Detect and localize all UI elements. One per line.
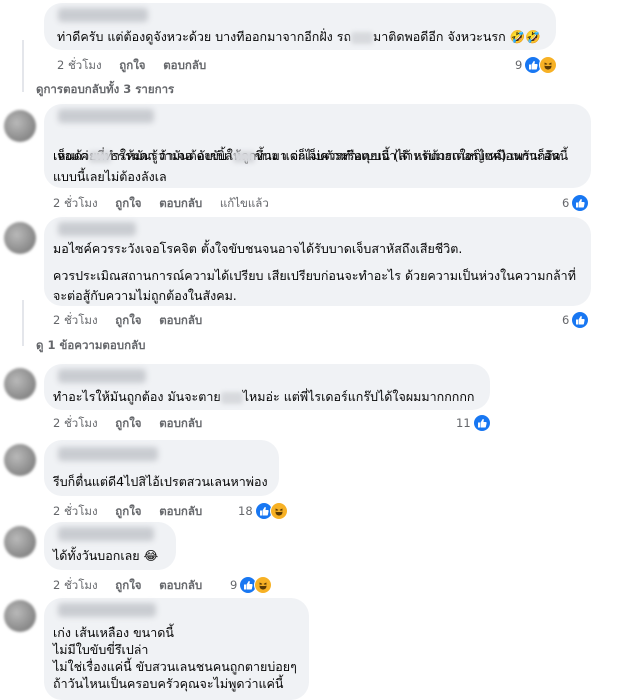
- view-one-reply-link[interactable]: ดู 1 ข้อความตอบกลับ: [36, 337, 145, 355]
- reaction-summary[interactable]: 6: [562, 311, 590, 329]
- timestamp[interactable]: 2 ชั่วโมง: [53, 416, 98, 430]
- laugh-emoji-icon: 😂: [143, 548, 159, 563]
- like-button[interactable]: ถูกใจ: [115, 578, 141, 592]
- timestamp[interactable]: 2 ชั่วโมง: [53, 504, 98, 518]
- reply-button[interactable]: ตอบกลับ: [163, 58, 206, 72]
- comment-meta: 2 ชั่วโมง ถูกใจ ตอบกลับ: [53, 577, 216, 595]
- commenter-name[interactable]: [58, 222, 136, 236]
- comment-text: ถ้าวันไหนเป็นครอบครัวคุณจะไม่พูดว่าแค่นี…: [53, 676, 284, 691]
- commenter-name[interactable]: [58, 109, 154, 123]
- commenter-name[interactable]: [58, 603, 156, 617]
- comment-text: รีบก็ตื่นแต่ดี4ไปสิไอ้เปรตสวนเลนหาพ่อง: [53, 474, 268, 489]
- reply-button[interactable]: ตอบกลับ: [159, 196, 202, 210]
- thread-connector: [22, 300, 24, 346]
- commenter-name[interactable]: [58, 369, 146, 383]
- commenter-name[interactable]: [58, 527, 154, 541]
- avatar[interactable]: [4, 600, 36, 632]
- timestamp[interactable]: 2 ชั่วโมง: [53, 196, 98, 210]
- reaction-summary[interactable]: 11: [456, 414, 491, 432]
- like-button[interactable]: ถูกใจ: [115, 196, 141, 210]
- timestamp[interactable]: 2 ชั่วโมง: [53, 313, 98, 327]
- comment-text: มอไซค์ควรระวังเจอโรคจิต ตั้งใจขับชนจนอาจ…: [53, 241, 463, 256]
- comment-meta: 2 ชั่วโมง ถูกใจ ตอบกลับ: [53, 503, 216, 521]
- avatar[interactable]: [4, 444, 36, 476]
- like-button[interactable]: ถูกใจ: [115, 416, 141, 430]
- haha-reaction-icon: [254, 576, 273, 594]
- comment-text: แบบนี้เลยไม่ต้องลังเล: [53, 169, 167, 184]
- comment-text: ได้ทั้งวันบอกเลย 😂: [53, 548, 159, 563]
- like-reaction-icon: [472, 414, 491, 432]
- reaction-count: 6: [562, 313, 570, 327]
- comment-text: เจอแค่ ธรรมดา ถ้าเจอ ดับเบิ้ล ขึ้นมา จะเจ็…: [53, 148, 561, 163]
- comment-text: ท่าดีครับ แต่ต้องดูจังหวะด้วย บางทีออกมา…: [57, 29, 541, 44]
- reaction-count: 9: [515, 58, 523, 72]
- like-reaction-icon: [571, 194, 590, 212]
- like-button[interactable]: ถูกใจ: [119, 58, 145, 72]
- rofl-emoji-icon: 🤣🤣: [509, 29, 541, 44]
- comment-meta: 2 ชั่วโมง ถูกใจ ตอบกลับ: [57, 57, 220, 75]
- commenter-name[interactable]: [58, 447, 158, 461]
- reply-button[interactable]: ตอบกลับ: [159, 578, 202, 592]
- avatar[interactable]: [4, 526, 36, 558]
- thread-connector: [22, 40, 24, 92]
- commenter-name[interactable]: [58, 8, 148, 22]
- timestamp[interactable]: 2 ชั่วโมง: [57, 58, 102, 72]
- like-button[interactable]: ถูกใจ: [115, 313, 141, 327]
- reaction-count: 18: [238, 504, 253, 518]
- reaction-summary[interactable]: 9: [515, 56, 558, 74]
- reaction-summary[interactable]: 18: [238, 502, 288, 520]
- view-all-replies-link[interactable]: ดูการตอบกลับทั้ง 3 รายการ: [36, 81, 174, 99]
- reaction-count: 9: [230, 578, 238, 592]
- reaction-count: 11: [456, 416, 471, 430]
- timestamp[interactable]: 2 ชั่วโมง: [53, 578, 98, 592]
- haha-reaction-icon: [269, 502, 288, 520]
- reaction-summary[interactable]: 9: [230, 576, 273, 594]
- comment-meta: 2 ชั่วโมง ถูกใจ ตอบกลับ แก้ไขแล้ว: [53, 195, 283, 213]
- comment-meta: 2 ชั่วโมง ถูกใจ ตอบกลับ: [53, 415, 216, 433]
- comment-meta: 2 ชั่วโมง ถูกใจ ตอบกลับ: [53, 312, 216, 330]
- comment-text: ควรประเมิณสถานการณ์ความได้เปรียบ เสียเปร…: [53, 268, 576, 283]
- reaction-count: 6: [562, 196, 570, 210]
- comment-text: ทำอะไรให้มันถูกต้อง มันจะตาย ไหมอ่ะ แต่พี…: [53, 389, 475, 404]
- avatar[interactable]: [4, 222, 36, 254]
- like-button[interactable]: ถูกใจ: [115, 504, 141, 518]
- comment-text: จะต่อสู้กับความไม่ถูกต้องในสังคม.: [53, 288, 237, 303]
- edited-label: แก้ไขแล้ว: [219, 196, 269, 210]
- reaction-summary[interactable]: 6: [562, 194, 590, 212]
- avatar[interactable]: [4, 110, 36, 142]
- reply-button[interactable]: ตอบกลับ: [159, 504, 202, 518]
- haha-reaction-icon: [539, 56, 558, 74]
- avatar[interactable]: [4, 368, 36, 400]
- reply-button[interactable]: ตอบกลับ: [159, 416, 202, 430]
- reply-button[interactable]: ตอบกลับ: [159, 313, 202, 327]
- like-reaction-icon: [571, 311, 590, 329]
